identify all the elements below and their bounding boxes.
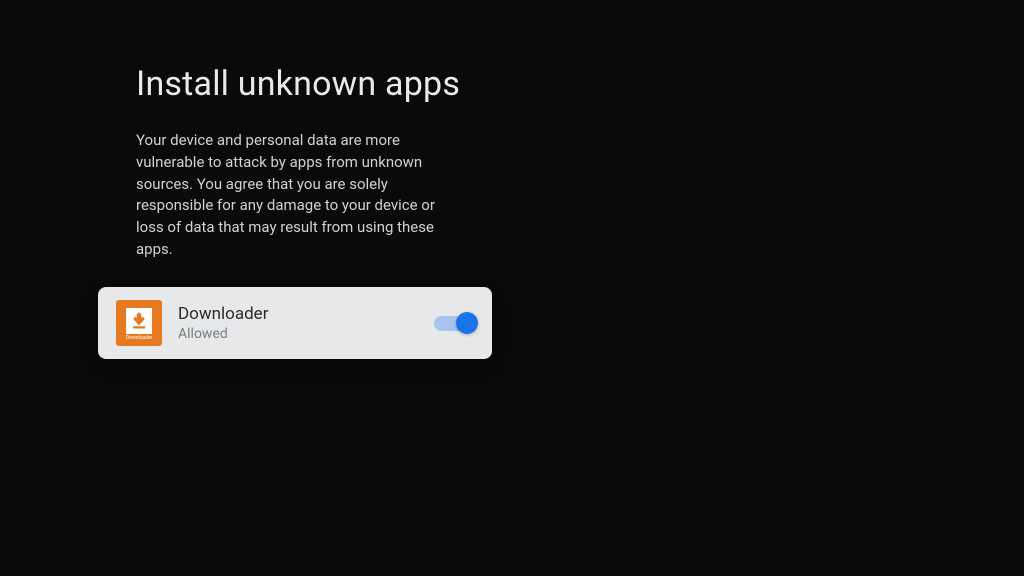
app-text-block: Downloader Allowed [178, 304, 434, 342]
app-name: Downloader [178, 304, 434, 324]
download-arrow-icon [130, 312, 148, 330]
page-title: Install unknown apps [136, 64, 500, 104]
downloader-app-icon: Downloader [116, 300, 162, 346]
app-permission-row[interactable]: Downloader Downloader Allowed [98, 287, 492, 359]
permission-toggle[interactable] [434, 313, 474, 333]
toggle-thumb [456, 312, 478, 334]
icon-caption: Downloader [126, 336, 153, 341]
warning-description: Your device and personal data are more v… [136, 130, 456, 261]
app-status: Allowed [178, 326, 434, 342]
